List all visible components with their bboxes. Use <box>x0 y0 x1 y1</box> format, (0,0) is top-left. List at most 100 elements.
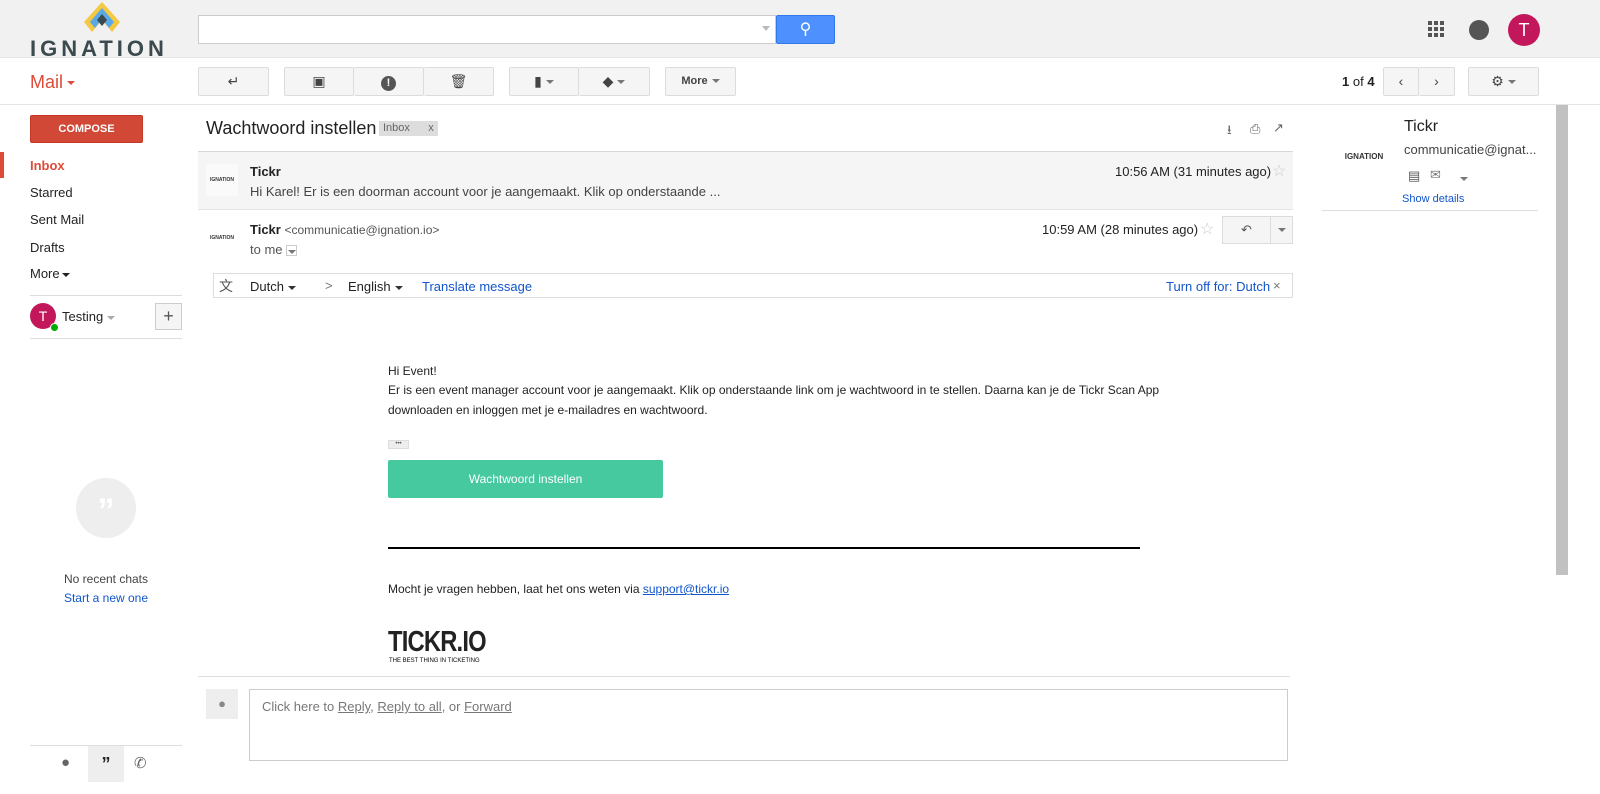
tag-icon: ◆ <box>602 73 614 89</box>
turn-off-translation-link[interactable]: Turn off for: Dutch <box>1166 279 1270 294</box>
chevron-right-icon: › <box>1434 73 1439 89</box>
report-spam-button[interactable]: ! <box>354 67 424 96</box>
labels-button[interactable]: ◆ <box>579 67 650 96</box>
new-window-icon[interactable]: ↗ <box>1273 120 1284 136</box>
contacts-person-icon[interactable]: ● <box>61 754 70 771</box>
source-language-select[interactable]: Dutch <box>250 279 296 294</box>
pagination-text: 1 of 4 <box>1342 74 1375 89</box>
divider <box>388 547 1140 549</box>
mail-menu[interactable]: Mail <box>30 72 76 93</box>
older-button[interactable]: › <box>1419 67 1455 96</box>
mail-label: Mail <box>30 72 64 92</box>
reply-all-link[interactable]: Reply to all <box>377 699 441 714</box>
translate-icon: 文 <box>219 278 233 294</box>
more-label: More <box>30 266 60 281</box>
reply-link[interactable]: Reply <box>338 699 370 714</box>
recipients[interactable]: to me <box>250 242 298 257</box>
new-chat-button[interactable]: + <box>155 303 182 330</box>
contact-logo: IGNATION <box>1336 130 1392 166</box>
translate-message-link[interactable]: Translate message <box>422 279 532 294</box>
set-password-button[interactable]: Wachtwoord instellen <box>388 460 663 498</box>
print-icon[interactable]: ⎙ <box>1250 121 1260 137</box>
ignation-logo-icon <box>84 2 120 32</box>
chevron-down-icon <box>107 315 116 320</box>
start-new-chat-link[interactable]: Start a new one <box>30 591 182 605</box>
chat-user-menu[interactable]: Testing <box>62 309 116 324</box>
remove-label-icon[interactable]: x <box>428 122 434 134</box>
sidebar-item-drafts[interactable]: Drafts <box>30 240 65 255</box>
scrollbar[interactable] <box>1556 105 1568 575</box>
chevron-down-icon <box>67 81 76 86</box>
contact-name: Tickr <box>1404 118 1439 135</box>
sidebar-item-inbox[interactable]: Inbox <box>30 158 65 173</box>
move-to-button[interactable]: ▮ <box>509 67 579 96</box>
close-icon[interactable]: × <box>1273 278 1281 293</box>
target-language-select[interactable]: English <box>348 279 403 294</box>
tickr-tagline: THE BEST THING IN TICKETING <box>389 658 480 664</box>
email-icon[interactable]: ✉ <box>1430 167 1441 183</box>
compose-button[interactable]: COMPOSE <box>30 115 143 143</box>
translate-bar: 文 Dutch > English Translate message Turn… <box>213 273 1293 298</box>
chevron-down-icon <box>288 249 297 254</box>
chevron-down-icon <box>1277 227 1286 232</box>
sidebar-item-more[interactable]: More <box>30 266 70 281</box>
source-language: Dutch <box>250 279 284 294</box>
message-snippet: Hi Karel! Er is een doorman account voor… <box>250 184 721 199</box>
online-status-dot <box>50 323 59 332</box>
delete-button[interactable]: 🗑 <box>424 67 494 96</box>
contact-more-dropdown[interactable] <box>1456 170 1468 185</box>
archive-button[interactable]: ▣ <box>284 67 354 96</box>
chat-user-name: Testing <box>62 309 104 324</box>
sidebar-item-starred[interactable]: Starred <box>30 185 73 200</box>
newer-button[interactable]: ‹ <box>1383 67 1419 96</box>
sender-logo: IGNATION <box>206 222 238 254</box>
settings-button[interactable]: ⚙ <box>1468 67 1539 96</box>
questions-text: Mocht je vragen hebben, laat het ons wet… <box>388 582 729 596</box>
show-trimmed-content-button[interactable]: ••• <box>388 440 409 449</box>
more-label: More <box>681 75 708 87</box>
show-details-link[interactable]: Show details <box>1402 193 1464 205</box>
phone-icon[interactable]: ✆ <box>134 754 147 772</box>
back-button[interactable]: ↵ <box>198 67 269 96</box>
reply-icon: ↶ <box>1241 222 1252 237</box>
support-email-link[interactable]: support@tickr.io <box>643 582 729 596</box>
reply-box[interactable]: Click here to Reply, Reply to all, or Fo… <box>249 689 1288 761</box>
more-button[interactable]: More <box>665 67 736 96</box>
account-avatar[interactable]: T <box>1508 14 1540 46</box>
target-language: English <box>348 279 391 294</box>
star-icon[interactable]: ☆ <box>1272 161 1286 181</box>
inbox-label-chip[interactable]: Inbox x <box>379 121 438 136</box>
conversation-icon[interactable]: ▤ <box>1408 168 1420 184</box>
collapsed-message[interactable]: IGNATION Tickr Hi Karel! Er is een doorm… <box>198 151 1293 210</box>
search-button[interactable]: ⚲ <box>776 15 835 44</box>
forward-link[interactable]: Forward <box>464 699 512 714</box>
star-icon[interactable]: ☆ <box>1200 219 1214 239</box>
thread-subject: Wachtwoord instellen <box>206 118 377 138</box>
arrow-right-icon: > <box>325 278 333 293</box>
plus-icon: + <box>163 306 174 326</box>
reply-button[interactable]: ↶ <box>1222 216 1271 244</box>
archive-icon: ▣ <box>312 73 326 89</box>
my-avatar-icon: ● <box>206 689 238 719</box>
sender-name: Tickr <box>250 164 281 179</box>
chevron-down-icon <box>287 285 296 290</box>
label-text: Inbox <box>383 122 410 134</box>
more-actions-button[interactable] <box>1270 216 1293 244</box>
active-indicator <box>0 152 4 178</box>
sidebar-item-sent[interactable]: Sent Mail <box>30 212 84 227</box>
search-input[interactable] <box>198 15 776 44</box>
email-body-line: Er is een event manager account voor je … <box>388 383 1160 397</box>
search-icon: ⚲ <box>799 21 812 38</box>
notifications-bell-icon[interactable] <box>1469 20 1489 40</box>
page-current: 1 <box>1342 74 1350 89</box>
search-options-caret[interactable] <box>762 26 770 31</box>
email-greeting: Hi Event! <box>388 364 437 378</box>
sender-line: Tickr <communicatie@ignation.io> <box>250 222 439 237</box>
separator: , or <box>441 699 465 714</box>
apps-grid-icon[interactable] <box>1428 21 1444 37</box>
divider <box>198 676 1290 677</box>
hangouts-tab-icon[interactable]: ” <box>88 746 124 782</box>
chevron-down-icon <box>394 285 403 290</box>
download-icon[interactable]: ⭳ <box>1227 121 1232 143</box>
sender-email: <communicatie@ignation.io> <box>284 223 440 237</box>
